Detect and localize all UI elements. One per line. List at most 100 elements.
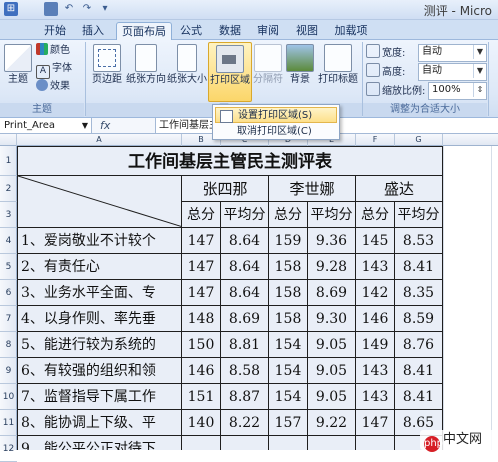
row-header[interactable]: 8 <box>0 332 17 358</box>
row-header[interactable]: 10 <box>0 384 17 410</box>
tab-home[interactable]: 开始 <box>38 22 72 40</box>
sub-header[interactable]: 平均分 <box>221 202 269 228</box>
value-cell[interactable]: 145 <box>356 228 395 254</box>
row-label-cell[interactable]: 9、能公平公正对待下 <box>17 436 182 450</box>
worksheet[interactable]: 工作间基层主管民主测评表 张四那 李世娜 盛达 总分 平均分 总分 平均分 总分… <box>17 146 498 450</box>
value-cell[interactable]: 9.28 <box>308 254 356 280</box>
value-cell[interactable]: 146 <box>182 358 221 384</box>
value-cell[interactable]: 8.64 <box>221 228 269 254</box>
value-cell[interactable]: 140 <box>182 410 221 436</box>
row-label-cell[interactable]: 6、有较强的组织和领 <box>17 358 182 384</box>
value-cell[interactable]: 143 <box>356 358 395 384</box>
row-label-cell[interactable]: 3、业务水平全面、专 <box>17 280 182 306</box>
tab-insert[interactable]: 插入 <box>78 22 108 40</box>
orientation-button[interactable]: 纸张方向 <box>126 42 166 100</box>
tab-view[interactable]: 视图 <box>292 22 322 40</box>
value-cell[interactable]: 154 <box>269 332 308 358</box>
row-label-cell[interactable]: 2、有责任心 <box>17 254 182 280</box>
value-cell[interactable]: 149 <box>356 332 395 358</box>
value-cell[interactable]: 159 <box>269 228 308 254</box>
value-cell[interactable]: 9.05 <box>308 332 356 358</box>
row-header[interactable]: 1 <box>0 146 17 176</box>
tab-formulas[interactable]: 公式 <box>176 22 206 40</box>
value-cell[interactable]: 146 <box>356 306 395 332</box>
value-cell[interactable]: 8.59 <box>395 306 443 332</box>
effects-button[interactable]: 效果 <box>36 79 70 95</box>
value-cell[interactable]: 8.64 <box>221 280 269 306</box>
tab-addins[interactable]: 加载项 <box>330 22 372 40</box>
print-area-button[interactable]: 打印区域 <box>208 42 252 102</box>
row-label-cell[interactable]: 8、能协调上下级、平 <box>17 410 182 436</box>
background-button[interactable]: 背景 <box>286 42 314 100</box>
value-cell[interactable] <box>269 436 308 450</box>
row-header[interactable]: 3 <box>0 202 17 228</box>
value-cell[interactable]: 9.36 <box>308 228 356 254</box>
row-header[interactable]: 12 <box>0 436 17 462</box>
redo-icon[interactable]: ↷ <box>80 2 94 16</box>
value-cell[interactable]: 158 <box>269 280 308 306</box>
row-header[interactable]: 4 <box>0 228 17 254</box>
column-header[interactable]: F <box>356 134 395 146</box>
print-titles-button[interactable]: 打印标题 <box>316 42 360 100</box>
value-cell[interactable]: 8.41 <box>395 254 443 280</box>
tab-page-layout[interactable]: 页面布局 <box>116 22 172 41</box>
sub-header[interactable]: 总分 <box>269 202 308 228</box>
sheet-title[interactable]: 工作间基层主管民主测评表 <box>17 146 443 176</box>
person-header[interactable]: 盛达 <box>356 176 443 202</box>
value-cell[interactable]: 150 <box>182 332 221 358</box>
diagonal-header-cell[interactable] <box>17 176 182 228</box>
size-button[interactable]: 纸张大小 <box>167 42 207 100</box>
sub-header[interactable]: 总分 <box>182 202 221 228</box>
value-cell[interactable]: 8.41 <box>395 358 443 384</box>
colors-button[interactable]: 颜色 <box>36 43 70 59</box>
value-cell[interactable]: 9.30 <box>308 306 356 332</box>
value-cell[interactable]: 9.22 <box>308 410 356 436</box>
value-cell[interactable]: 9.05 <box>308 358 356 384</box>
person-header[interactable]: 李世娜 <box>269 176 356 202</box>
value-cell[interactable]: 8.76 <box>395 332 443 358</box>
value-cell[interactable]: 8.22 <box>221 410 269 436</box>
value-cell[interactable]: 8.87 <box>221 384 269 410</box>
value-cell[interactable]: 9.05 <box>308 384 356 410</box>
undo-icon[interactable]: ↶ <box>62 2 76 16</box>
value-cell[interactable]: 147 <box>182 280 221 306</box>
save-icon[interactable] <box>44 2 58 16</box>
value-cell[interactable]: 151 <box>182 384 221 410</box>
value-cell[interactable]: 8.64 <box>221 254 269 280</box>
value-cell[interactable] <box>182 436 221 450</box>
margins-button[interactable]: 页边距 <box>89 42 125 100</box>
row-label-cell[interactable]: 7、监督指导下属工作 <box>17 384 182 410</box>
themes-button[interactable]: 主题 <box>3 42 33 100</box>
select-all-corner[interactable] <box>0 134 17 146</box>
value-cell[interactable] <box>221 436 269 450</box>
row-header[interactable]: 6 <box>0 280 17 306</box>
sub-header[interactable]: 平均分 <box>395 202 443 228</box>
breaks-button[interactable]: 分隔符 <box>252 42 284 100</box>
value-cell[interactable]: 8.81 <box>221 332 269 358</box>
value-cell[interactable]: 154 <box>269 358 308 384</box>
value-cell[interactable] <box>356 436 395 450</box>
value-cell[interactable]: 154 <box>269 384 308 410</box>
value-cell[interactable]: 158 <box>269 306 308 332</box>
value-cell[interactable]: 147 <box>182 254 221 280</box>
column-header[interactable]: A <box>17 134 182 146</box>
set-print-area-item[interactable]: 设置打印区域(S) <box>215 107 337 123</box>
row-label-cell[interactable]: 4、以身作则、率先垂 <box>17 306 182 332</box>
row-header[interactable]: 11 <box>0 410 17 436</box>
tab-data[interactable]: 数据 <box>214 22 246 40</box>
value-cell[interactable]: 8.69 <box>221 306 269 332</box>
value-cell[interactable]: 143 <box>356 384 395 410</box>
value-cell[interactable]: 8.41 <box>395 384 443 410</box>
value-cell[interactable]: 147 <box>182 228 221 254</box>
row-header[interactable]: 7 <box>0 306 17 332</box>
value-cell[interactable]: 148 <box>182 306 221 332</box>
row-label-cell[interactable]: 1、爱岗敬业不计较个 <box>17 228 182 254</box>
row-label-cell[interactable]: 5、能进行较为系统的 <box>17 332 182 358</box>
height-combo[interactable]: 自动 ▼ <box>418 63 487 81</box>
value-cell[interactable]: 158 <box>269 254 308 280</box>
column-header[interactable]: G <box>395 134 443 146</box>
value-cell[interactable]: 142 <box>356 280 395 306</box>
value-cell[interactable]: 8.58 <box>221 358 269 384</box>
scale-spinner[interactable]: 100% ⇕ <box>428 82 487 100</box>
fonts-button[interactable]: A 字体 <box>36 61 72 79</box>
